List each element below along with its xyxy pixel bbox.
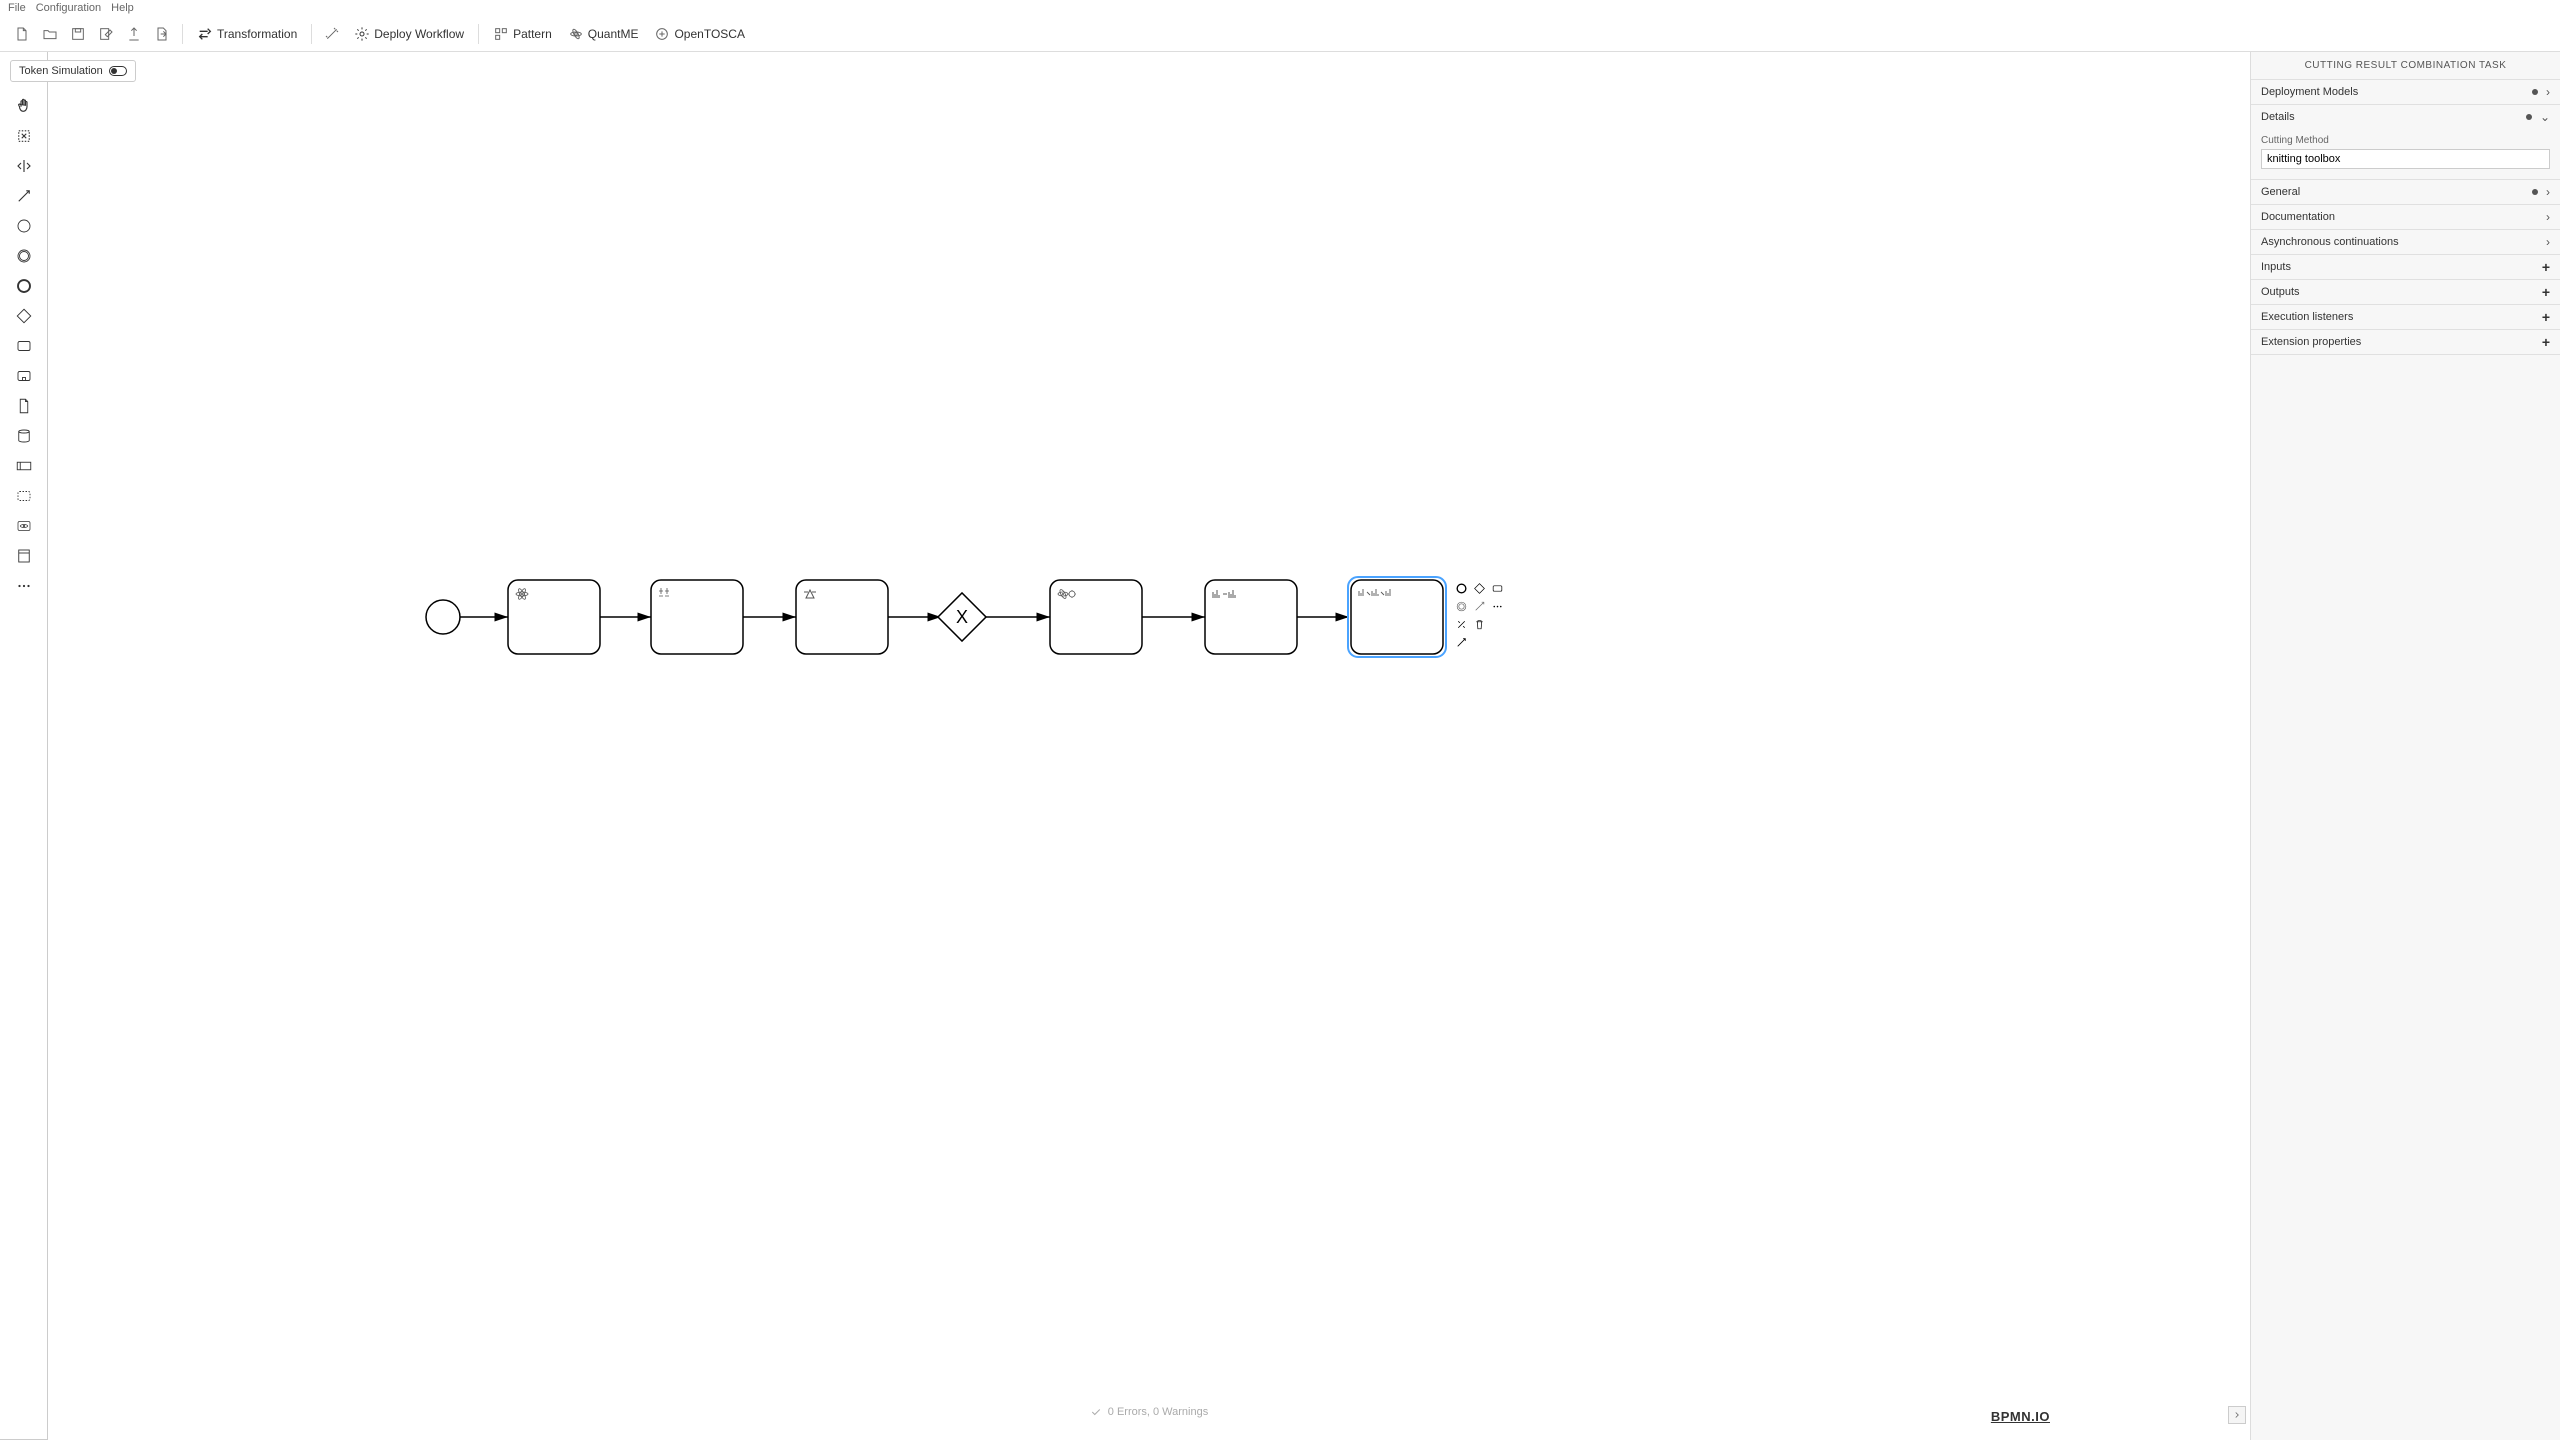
transformation-button[interactable]: Transformation — [189, 20, 305, 48]
svg-text:X: X — [956, 607, 968, 627]
data-store-tool[interactable] — [8, 422, 40, 450]
cutting-method-label: Cutting Method — [2261, 135, 2550, 146]
validation-status[interactable]: 0 Errors, 0 Warnings — [1080, 1402, 1218, 1422]
token-simulation-toggle[interactable]: Token Simulation — [10, 60, 136, 82]
quantme-button[interactable]: QuantME — [560, 20, 647, 48]
upload-button[interactable] — [120, 20, 148, 48]
quantum-task-tool[interactable] — [8, 512, 40, 540]
group-tool[interactable] — [8, 482, 40, 510]
end-event-tool[interactable] — [8, 272, 40, 300]
section-deployment-models[interactable]: Deployment Models › — [2251, 80, 2560, 104]
panel-collapse-button[interactable] — [2228, 1406, 2246, 1424]
append-intermediate-event[interactable] — [1453, 598, 1469, 614]
bpmn-diagram: X — [48, 52, 1948, 952]
gateway-tool[interactable] — [8, 302, 40, 330]
menu-help[interactable]: Help — [111, 2, 134, 14]
chevron-right-icon: › — [2546, 235, 2550, 249]
start-event-tool[interactable] — [8, 212, 40, 240]
new-file-button[interactable] — [8, 20, 36, 48]
plus-icon[interactable]: + — [2542, 334, 2550, 350]
task-tool[interactable] — [8, 332, 40, 360]
subprocess-tool[interactable] — [8, 362, 40, 390]
diagram-canvas[interactable]: X — [48, 52, 2250, 1440]
menu-configuration[interactable]: Configuration — [36, 2, 101, 14]
export-button[interactable] — [148, 20, 176, 48]
opentosca-button[interactable]: OpenTOSCA — [646, 20, 752, 48]
section-extension-properties[interactable]: Extension properties + — [2251, 330, 2560, 354]
chevron-down-icon: ⌄ — [2540, 110, 2550, 124]
data-object-tool[interactable] — [8, 392, 40, 420]
menu-bar: File Configuration Help — [0, 0, 2560, 16]
section-documentation[interactable]: Documentation › — [2251, 205, 2560, 229]
participant-tool[interactable] — [8, 452, 40, 480]
task-5[interactable] — [1205, 580, 1297, 654]
dot-icon — [2526, 114, 2532, 120]
intermediate-event-tool[interactable] — [8, 242, 40, 270]
delete-element[interactable] — [1471, 616, 1487, 632]
connect-tool[interactable] — [8, 182, 40, 210]
section-execution-listeners[interactable]: Execution listeners + — [2251, 305, 2560, 329]
lasso-tool[interactable] — [8, 122, 40, 150]
space-tool[interactable] — [8, 152, 40, 180]
toggle-icon — [109, 66, 127, 76]
append-gateway[interactable] — [1471, 580, 1487, 596]
pattern-button[interactable]: Pattern — [485, 20, 560, 48]
properties-panel: CUTTING RESULT COMBINATION TASK Deployme… — [2250, 52, 2560, 1440]
section-details[interactable]: Details ⌄ — [2251, 105, 2560, 129]
magic-wand-button[interactable] — [318, 20, 346, 48]
section-inputs[interactable]: Inputs + — [2251, 255, 2560, 279]
panel-title: CUTTING RESULT COMBINATION TASK — [2251, 52, 2560, 80]
annotation[interactable] — [1471, 598, 1487, 614]
bpmn-io-logo[interactable]: BPMN.IO — [1991, 1409, 2050, 1424]
policy-tool[interactable] — [8, 542, 40, 570]
deploy-workflow-button[interactable]: Deploy Workflow — [346, 20, 472, 48]
task-2[interactable] — [651, 580, 743, 654]
toolbar: Transformation Deploy Workflow Pattern Q… — [0, 16, 2560, 52]
chevron-right-icon: › — [2546, 85, 2550, 99]
edit-button[interactable] — [92, 20, 120, 48]
plus-icon[interactable]: + — [2542, 309, 2550, 325]
more-options[interactable] — [1489, 598, 1505, 614]
append-end-event[interactable] — [1453, 580, 1469, 596]
dot-icon — [2532, 89, 2538, 95]
plus-icon[interactable]: + — [2542, 259, 2550, 275]
cutting-method-input[interactable] — [2261, 149, 2550, 169]
exclusive-gateway[interactable]: X — [938, 593, 986, 641]
save-button[interactable] — [64, 20, 92, 48]
more-tools[interactable] — [8, 572, 40, 600]
menu-file[interactable]: File — [8, 2, 26, 14]
context-pad — [1453, 580, 1505, 650]
section-general[interactable]: General › — [2251, 180, 2560, 204]
section-outputs[interactable]: Outputs + — [2251, 280, 2560, 304]
start-event[interactable] — [426, 600, 460, 634]
tool-palette — [0, 52, 48, 1440]
section-async[interactable]: Asynchronous continuations › — [2251, 230, 2560, 254]
dot-icon — [2532, 189, 2538, 195]
change-type[interactable] — [1453, 616, 1469, 632]
plus-icon[interactable]: + — [2542, 284, 2550, 300]
chevron-right-icon: › — [2546, 210, 2550, 224]
connect[interactable] — [1453, 634, 1469, 650]
chevron-right-icon: › — [2546, 185, 2550, 199]
append-task[interactable] — [1489, 580, 1505, 596]
open-file-button[interactable] — [36, 20, 64, 48]
task-cutting-result-combination[interactable] — [1351, 580, 1443, 654]
hand-tool[interactable] — [8, 92, 40, 120]
